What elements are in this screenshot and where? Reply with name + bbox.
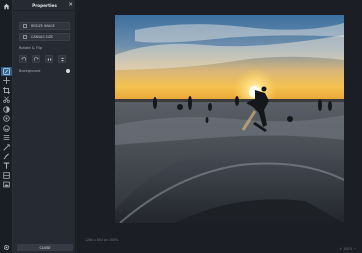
rotate-flip-label: Rotate & Flip bbox=[19, 46, 43, 50]
rotate-left-button[interactable] bbox=[19, 55, 27, 63]
flip-horizontal-icon bbox=[47, 57, 51, 61]
status-bar: 1280 x 853 px 100% + 100% − bbox=[77, 236, 362, 253]
home-icon[interactable] bbox=[1, 2, 12, 11]
flip-vertical-button[interactable] bbox=[58, 55, 66, 63]
effects-icon[interactable] bbox=[1, 124, 12, 133]
flip-vertical-icon bbox=[60, 57, 64, 61]
flip-horizontal-button[interactable] bbox=[45, 55, 53, 63]
zoom-controls[interactable]: + 100% − bbox=[340, 247, 356, 251]
resize-icon[interactable] bbox=[1, 67, 12, 76]
shapes-icon[interactable] bbox=[1, 171, 12, 180]
panel-header: Properties ✕ bbox=[13, 0, 76, 11]
close-icon[interactable]: ✕ bbox=[68, 2, 73, 8]
skatepark-sunset-photo bbox=[115, 15, 344, 223]
canvas-area bbox=[77, 0, 362, 253]
canvas-image[interactable] bbox=[115, 15, 344, 223]
brush-icon[interactable] bbox=[1, 152, 12, 161]
image-dimensions: 1280 x 853 px 100% bbox=[85, 238, 119, 242]
transform-icon[interactable] bbox=[1, 143, 12, 152]
text-icon[interactable] bbox=[1, 161, 12, 170]
resize-checkbox-icon bbox=[23, 24, 27, 28]
canvas-size-button[interactable]: CANVAS SIZE bbox=[19, 33, 70, 41]
canvas-checkbox-icon bbox=[23, 35, 27, 39]
canvas-size-label: CANVAS SIZE bbox=[31, 35, 54, 39]
image-icon[interactable] bbox=[1, 180, 12, 189]
filter-icon[interactable] bbox=[1, 105, 12, 114]
rotate-right-icon bbox=[33, 56, 39, 61]
resize-image-label: RESIZE IMAGE bbox=[31, 24, 55, 28]
panel-title: Properties bbox=[32, 2, 57, 8]
properties-panel: Properties ✕ RESIZE IMAGE CANVAS SIZE Ro… bbox=[13, 0, 76, 253]
background-color-swatch[interactable] bbox=[66, 69, 70, 73]
move-icon[interactable] bbox=[1, 76, 12, 85]
resize-image-button[interactable]: RESIZE IMAGE bbox=[19, 22, 70, 30]
close-button[interactable]: CLOSE bbox=[17, 244, 73, 251]
background-label: Background bbox=[19, 69, 41, 73]
rotate-right-button[interactable] bbox=[32, 55, 40, 63]
adjust-icon[interactable] bbox=[1, 114, 12, 123]
tool-strip bbox=[0, 0, 13, 253]
background-row[interactable]: Background bbox=[19, 68, 70, 74]
crop-icon[interactable] bbox=[1, 86, 12, 95]
frames-icon[interactable] bbox=[1, 133, 12, 142]
rotate-left-icon bbox=[20, 56, 26, 61]
scissors-icon[interactable] bbox=[1, 95, 12, 104]
gear-icon[interactable] bbox=[1, 243, 12, 252]
